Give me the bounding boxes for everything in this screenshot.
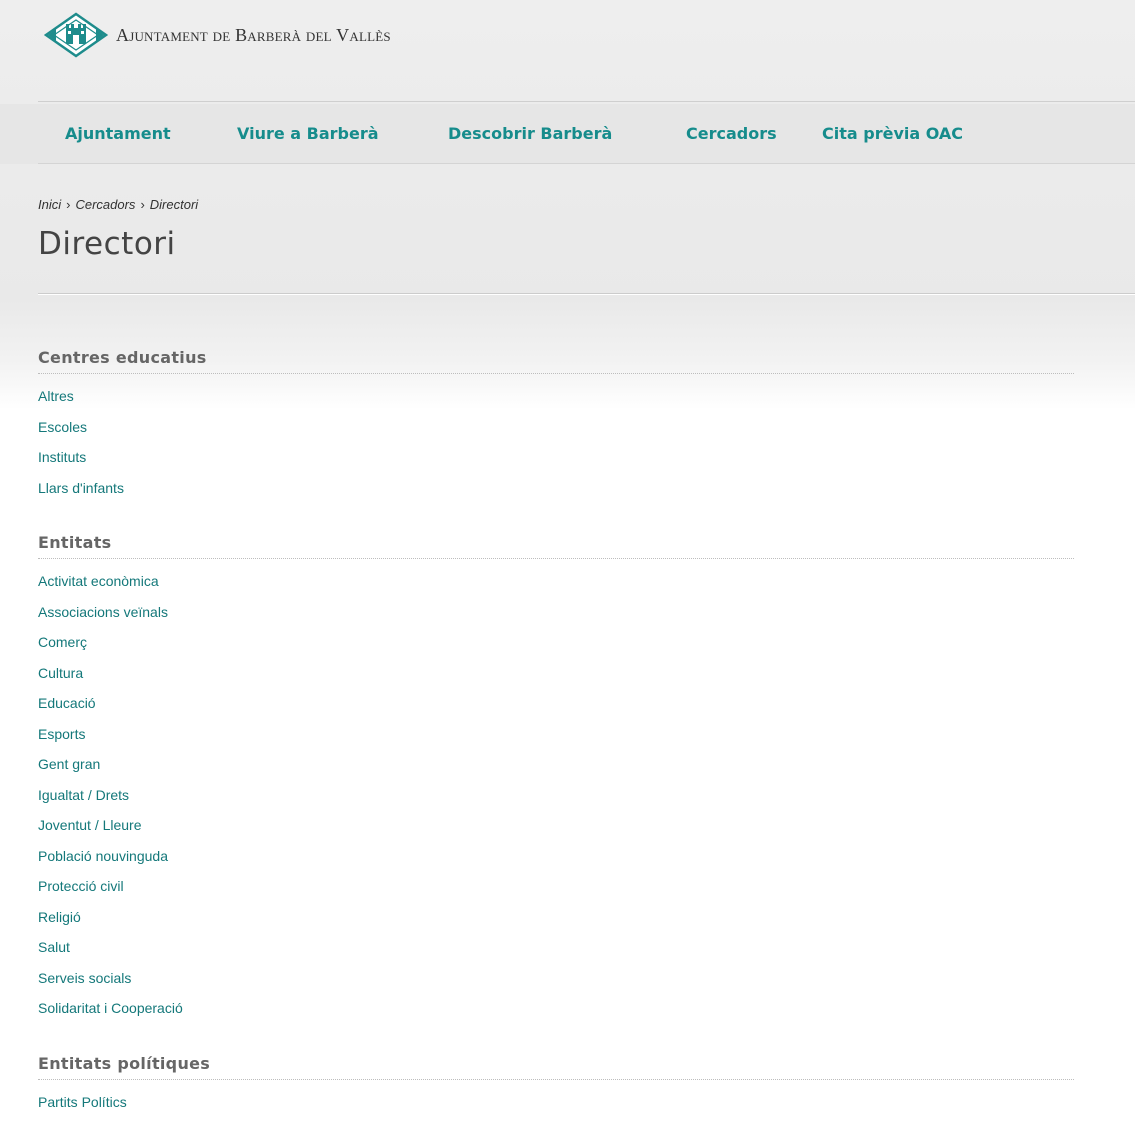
nav-item-viure-a-barbera[interactable]: Viure a Barberà: [237, 124, 379, 143]
nav-divider: [38, 163, 1135, 164]
section-title: Entitats: [38, 533, 1074, 559]
logo-link[interactable]: Ajuntament de Barberà del Vallès: [44, 12, 391, 58]
header-divider: [38, 101, 1135, 102]
directory-link[interactable]: Comerç: [38, 634, 87, 650]
list-item: Igualtat / Drets: [38, 788, 1074, 819]
list-item: Joventut / Lleure: [38, 818, 1074, 849]
directory-link[interactable]: Joventut / Lleure: [38, 817, 142, 833]
directory-content: Centres educatius Altres Escoles Institu…: [38, 348, 1074, 1135]
list-item: Escoles: [38, 420, 1074, 451]
list-item: Cultura: [38, 666, 1074, 697]
directory-link[interactable]: Serveis socials: [38, 970, 131, 986]
directory-link[interactable]: Solidaritat i Cooperació: [38, 1000, 183, 1016]
section-title: Centres educatius: [38, 348, 1074, 374]
list-item: Població nouvinguda: [38, 849, 1074, 880]
list-item: Partits Polítics: [38, 1095, 1074, 1126]
list-item: Educació: [38, 696, 1074, 727]
list-item: Gent gran: [38, 757, 1074, 788]
directory-link[interactable]: Esports: [38, 726, 85, 742]
nav-item-descobrir-barbera[interactable]: Descobrir Barberà: [448, 124, 612, 143]
directory-link[interactable]: Població nouvinguda: [38, 848, 168, 864]
list-item: Protecció civil: [38, 879, 1074, 910]
directory-link[interactable]: Protecció civil: [38, 878, 124, 894]
section-entitats-politiques: Entitats polítiques Partits Polítics: [38, 1054, 1074, 1126]
list-item: Solidaritat i Cooperació: [38, 1001, 1074, 1032]
site-header: Ajuntament de Barberà del Vallès: [44, 12, 391, 58]
site-title: Ajuntament de Barberà del Vallès: [116, 24, 391, 45]
list-item: Llars d'infants: [38, 481, 1074, 512]
nav-item-cercadors[interactable]: Cercadors: [686, 124, 777, 143]
list-item: Serveis socials: [38, 971, 1074, 1002]
breadcrumb-item-directori: Directori: [149, 197, 199, 212]
list-item: Associacions veïnals: [38, 605, 1074, 636]
directory-link[interactable]: Activitat econòmica: [38, 573, 159, 589]
directory-link[interactable]: Salut: [38, 939, 70, 955]
directory-link[interactable]: Llars d'infants: [38, 480, 124, 496]
directory-link[interactable]: Instituts: [38, 449, 86, 465]
section-entitats: Entitats Activitat econòmica Associacion…: [38, 533, 1074, 1032]
list-item: Comerç: [38, 635, 1074, 666]
section-centres-educatius: Centres educatius Altres Escoles Institu…: [38, 348, 1074, 511]
title-divider-highlight: [38, 294, 1135, 295]
directory-link[interactable]: Igualtat / Drets: [38, 787, 129, 803]
list-item: Esports: [38, 727, 1074, 758]
directory-link[interactable]: Religió: [38, 909, 81, 925]
directory-link[interactable]: Gent gran: [38, 756, 100, 772]
breadcrumb-item-cercadors[interactable]: Cercadors: [75, 197, 135, 212]
directory-link[interactable]: Cultura: [38, 665, 83, 681]
list-item: Activitat econòmica: [38, 574, 1074, 605]
page-title: Directori: [38, 226, 176, 262]
barbera-emblem-icon: [44, 12, 108, 58]
section-title: Entitats polítiques: [38, 1054, 1074, 1080]
list-item: Salut: [38, 940, 1074, 971]
breadcrumb-item-inici[interactable]: Inici: [38, 197, 61, 212]
directory-link[interactable]: Educació: [38, 695, 96, 711]
directory-link[interactable]: Partits Polítics: [38, 1094, 127, 1110]
directory-link[interactable]: Escoles: [38, 419, 87, 435]
page: Ajuntament de Barberà del Vallès Ajuntam…: [0, 0, 1135, 1135]
list-item: Altres: [38, 389, 1074, 420]
breadcrumb: Inici › Cercadors › Directori: [38, 197, 198, 212]
directory-link[interactable]: Associacions veïnals: [38, 604, 168, 620]
directory-link[interactable]: Altres: [38, 388, 74, 404]
breadcrumb-separator: ›: [66, 197, 71, 212]
list-item: Religió: [38, 910, 1074, 941]
nav-item-ajuntament[interactable]: Ajuntament: [65, 124, 171, 143]
section-list: Partits Polítics: [38, 1080, 1074, 1126]
breadcrumb-separator: ›: [140, 197, 145, 212]
nav-item-cita-previa-oac[interactable]: Cita prèvia OAC: [822, 124, 963, 143]
section-list: Activitat econòmica Associacions veïnals…: [38, 559, 1074, 1032]
list-item: Instituts: [38, 450, 1074, 481]
main-nav: Ajuntament Viure a Barberà Descobrir Bar…: [0, 104, 1135, 164]
section-list: Altres Escoles Instituts Llars d'infants: [38, 374, 1074, 511]
